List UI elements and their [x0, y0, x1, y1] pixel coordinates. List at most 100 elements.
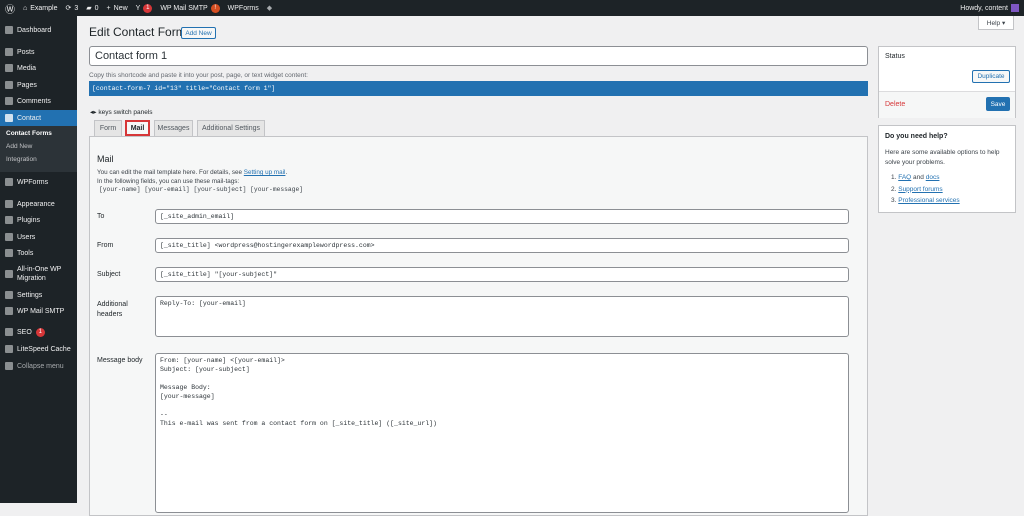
help-text: Here are some available options to help … [885, 149, 1000, 166]
sidebar-item-all-in-one-wp-migration[interactable]: All-in-One WP Migration [0, 263, 77, 285]
howdy-text: Howdy, content [960, 4, 1008, 12]
wpforms-label: WPForms [227, 4, 259, 12]
wpforms-link[interactable]: WPForms [228, 5, 259, 12]
sidebar-item-pages[interactable]: Pages [0, 78, 77, 92]
to-input[interactable] [155, 209, 849, 224]
sidebar-item-collapse-menu[interactable]: Collapse menu [0, 359, 77, 373]
seo-badge: 1 [35, 327, 45, 337]
add-new-button[interactable]: Add New [181, 27, 216, 39]
keys-hint: ◂▸ keys switch panels [90, 108, 153, 116]
smtp-link[interactable]: WP Mail SMTP! [160, 3, 220, 13]
site-name: Example [30, 4, 58, 12]
sidebar-item-plugins[interactable]: Plugins [0, 213, 77, 227]
settings-icon [5, 291, 13, 299]
from-input[interactable] [155, 238, 849, 253]
sidebar-item-label: Appearance [17, 200, 55, 208]
desc-text: You can edit the mail template here. For… [97, 169, 244, 176]
collapse-icon [5, 362, 13, 370]
submenu-item-contact-forms[interactable]: Contact Forms [6, 130, 52, 137]
tab-messages[interactable]: Messages [154, 120, 193, 136]
plus-icon: + [106, 4, 111, 12]
migration-icon [5, 270, 13, 278]
message-body-textarea[interactable]: From: [your-name] <[your-email]> Subject… [155, 353, 849, 513]
save-button[interactable]: Save [986, 97, 1010, 111]
sidebar-item-contact[interactable]: Contact [0, 110, 77, 126]
sidebar-item-appearance[interactable]: Appearance [0, 197, 77, 211]
shortcode-hint: Copy this shortcode and paste it into yo… [89, 72, 308, 79]
site-link[interactable]: ⌂ Example [23, 5, 57, 12]
sidebar-item-label: Dashboard [17, 26, 52, 34]
form-title-input[interactable] [89, 46, 868, 66]
help-item-1: 1. FAQ and docs [891, 174, 940, 181]
status-title: Status [885, 53, 905, 60]
submenu-item-integration[interactable]: Integration [6, 156, 37, 163]
shortcode-field[interactable]: [contact-form-7 id="13" title="Contact f… [89, 81, 868, 96]
dashboard-icon [5, 26, 13, 34]
sidebar-item-label: SEO [17, 328, 32, 336]
sidebar-item-media[interactable]: Media [0, 61, 77, 75]
tab-mail[interactable]: Mail [125, 120, 150, 136]
sidebar-item-settings[interactable]: Settings [0, 288, 77, 302]
sidebar-item-posts[interactable]: Posts [0, 45, 77, 59]
litespeed-icon[interactable]: ◆ [267, 4, 272, 12]
brush-icon [5, 200, 13, 208]
submenu-item-add-new[interactable]: Add New [6, 143, 32, 150]
user-icon [5, 233, 13, 241]
help-item-2: 2. Support forums [891, 185, 943, 193]
sidebar-item-users[interactable]: Users [0, 230, 77, 244]
new-label: New [113, 4, 128, 12]
page-title: Edit Contact Form [89, 25, 186, 39]
subject-label: Subject [97, 271, 121, 278]
duplicate-button[interactable]: Duplicate [972, 70, 1010, 83]
sidebar-item-label: Users [17, 233, 36, 241]
yoast-icon [5, 328, 13, 336]
sidebar-item-wpforms[interactable]: WPForms [0, 175, 77, 189]
sidebar-item-label: Tools [17, 249, 34, 257]
new-link[interactable]: + New [107, 5, 128, 12]
sidebar-item-label: Pages [17, 81, 37, 89]
professional-services-link[interactable]: Professional services [898, 197, 959, 204]
help-title: Do you need help? [885, 133, 948, 140]
yoast-link[interactable]: Y1 [136, 3, 153, 13]
account-menu[interactable]: Howdy, content [960, 4, 1019, 12]
sidebar-item-label: Posts [17, 48, 35, 56]
comment-icon: ▰ [86, 5, 92, 12]
delete-link[interactable]: Delete [885, 101, 905, 108]
sidebar-item-label: Settings [17, 291, 43, 299]
help-tab-button[interactable]: Help ▾ [978, 16, 1014, 30]
sidebar-item-litespeed-cache[interactable]: LiteSpeed Cache [0, 342, 77, 356]
updates-link[interactable]: ⟳ 3 [65, 4, 79, 13]
pages-icon [5, 81, 13, 89]
sidebar-item-label: Contact [17, 114, 42, 122]
sidebar-item-label: All-in-One WP Migration [17, 266, 62, 282]
media-icon [5, 64, 13, 72]
home-icon: ⌂ [23, 4, 28, 12]
comments-link[interactable]: ▰ 0 [86, 4, 99, 13]
tab-additional-settings[interactable]: Additional Settings [197, 120, 265, 136]
keys-hint-text: keys switch panels [98, 109, 153, 116]
docs-link[interactable]: docs [926, 174, 940, 181]
wordpress-logo-icon[interactable]: Ⓦ [5, 1, 15, 16]
support-forums-link[interactable]: Support forums [898, 186, 942, 193]
sidebar-item-seo[interactable]: SEO 1 [0, 325, 77, 339]
from-label: From [97, 242, 114, 249]
comment-icon [5, 97, 13, 105]
updates-count: 3 [74, 4, 79, 12]
sidebar-item-label: LiteSpeed Cache [17, 345, 71, 353]
faq-link[interactable]: FAQ [898, 174, 911, 181]
sidebar-item-tools[interactable]: Tools [0, 246, 77, 260]
tab-form[interactable]: Form [94, 120, 122, 136]
additional-headers-textarea[interactable]: Reply-To: [your-email] [155, 296, 849, 337]
mail-description: You can edit the mail template here. For… [97, 169, 303, 195]
setting-up-mail-link[interactable]: Setting up mail [244, 169, 286, 176]
plugin-icon [5, 216, 13, 224]
sidebar-item-label: Collapse menu [17, 362, 64, 370]
status-box: Status Duplicate Delete Save [878, 46, 1016, 118]
sidebar-item-label: WP Mail SMTP [17, 307, 65, 315]
sidebar-item-dashboard[interactable]: Dashboard [0, 23, 77, 37]
comments-count: 0 [94, 4, 99, 12]
sidebar-item-comments[interactable]: Comments [0, 94, 77, 108]
subject-input[interactable] [155, 267, 849, 282]
sidebar-item-wp-mail-smtp[interactable]: WP Mail SMTP [0, 304, 77, 318]
avatar [1011, 4, 1019, 12]
